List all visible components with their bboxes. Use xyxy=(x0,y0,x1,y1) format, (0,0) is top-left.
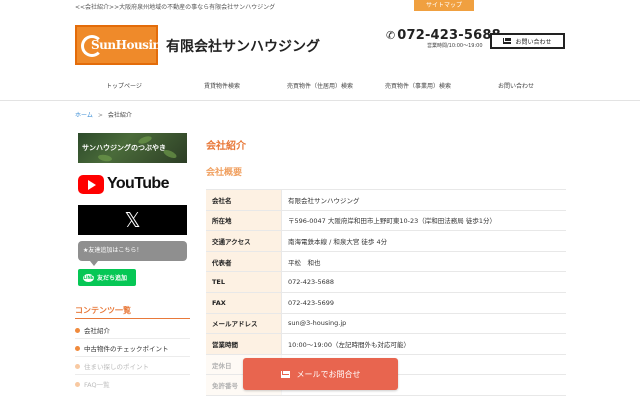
site-logo[interactable]: SunHousing xyxy=(75,25,169,65)
nav-item-contact[interactable]: お問い合わせ xyxy=(467,77,565,97)
table-key: 営業時間 xyxy=(206,334,282,354)
contents-heading: コンテンツ一覧 xyxy=(75,306,131,315)
nav-item-top[interactable]: トップページ xyxy=(75,77,173,97)
sitemap-button[interactable]: サイトマップ xyxy=(414,0,474,11)
table-row: 交通アクセス 南海電鉄本線 / 和泉大宮 徒歩 4分 xyxy=(206,231,566,252)
floating-mail-label: メールでお問合せ xyxy=(296,369,361,379)
tweet-banner[interactable]: サンハウジングのつぶやき xyxy=(78,133,187,163)
phone-number: 072-423-5688 xyxy=(397,28,501,43)
table-key: 会社名 xyxy=(206,190,282,210)
table-value: 南海電鉄本線 / 和泉大宮 徒歩 4分 xyxy=(288,237,388,246)
sidebar-link-label: 中古物件のチェックポイント xyxy=(84,345,169,353)
line-add-friend-button[interactable]: LINE 友だち追加 xyxy=(78,269,136,286)
table-value[interactable]: sun@3-housing.jp xyxy=(282,314,566,334)
bullet-icon xyxy=(75,381,80,387)
table-value: 10:00～19:00（左記時間外も対応可能） xyxy=(288,340,410,349)
breadcrumb-home[interactable]: ホーム xyxy=(75,112,93,119)
contents-divider xyxy=(75,318,190,319)
breadcrumb: ホーム > 会社紹介 xyxy=(75,110,132,119)
breadcrumb-current: 会社紹介 xyxy=(107,112,132,119)
breadcrumb-separator: > xyxy=(97,112,103,119)
mail-icon xyxy=(503,38,512,44)
table-row: FAX 072-423-5699 xyxy=(206,292,566,314)
youtube-wordmark: YouTube xyxy=(107,175,169,192)
line-button-label: 友だち追加 xyxy=(97,275,128,282)
sidebar-divider xyxy=(75,356,190,357)
tweet-banner-text: サンハウジングのつぶやき xyxy=(82,144,166,152)
table-value: 〒596-0047 大阪府岸和田市上野町東10-23（岸和田法務局 徒歩1分） xyxy=(288,217,496,226)
line-icon: LINE xyxy=(83,273,94,282)
friend-add-prompt: ★友達追加はこちら！ xyxy=(78,241,187,266)
table-value: 有限会社サンハウジング xyxy=(288,196,360,205)
page-title: 会社紹介 xyxy=(206,141,246,152)
phone-icon: ✆ xyxy=(386,29,396,42)
company-name: 有限会社サンハウジング xyxy=(166,39,320,55)
sidebar-link-faq[interactable]: FAQ一覧 xyxy=(75,379,110,389)
table-row: メールアドレス sun@3-housing.jp xyxy=(206,313,566,335)
table-key: メールアドレス xyxy=(206,313,282,334)
top-bar: <<会社紹介>>大阪府泉州地域の不動産の事なら有限会社サンハウジング サイトマッ… xyxy=(0,0,640,12)
bullet-icon xyxy=(75,363,80,369)
sidebar-divider xyxy=(75,374,190,375)
mail-icon xyxy=(280,370,290,378)
phone-block[interactable]: ✆ 072-423-5688 xyxy=(386,24,501,43)
table-key: 代表者 xyxy=(206,251,282,272)
table-value: 072-423-5688 xyxy=(288,278,335,287)
nav-item-rental-search[interactable]: 賃貸物件検索 xyxy=(173,77,271,97)
x-banner[interactable]: 𝕏 xyxy=(78,205,187,235)
floating-mail-contact-button[interactable]: メールでお問合せ xyxy=(243,358,398,390)
table-row: 会社名 有限会社サンハウジング xyxy=(206,190,566,211)
nav-divider xyxy=(0,100,640,101)
x-icon: 𝕏 xyxy=(124,208,141,232)
sidebar-link-checkpoints[interactable]: 中古物件のチェックポイント xyxy=(75,343,169,353)
contact-button-label: お問い合わせ xyxy=(515,38,552,46)
contact-button[interactable]: お問い合わせ xyxy=(490,33,565,49)
youtube-icon xyxy=(78,174,104,194)
table-value: 072-423-5699 xyxy=(288,298,335,307)
sidebar-link-company[interactable]: 会社紹介 xyxy=(75,325,110,335)
table-key: 交通アクセス xyxy=(206,231,282,251)
sidebar-link-label: 会社紹介 xyxy=(84,327,110,335)
table-key: FAX xyxy=(206,292,282,313)
bullet-icon xyxy=(75,345,80,351)
business-hours: 営業時間/10:00～19:00 xyxy=(427,43,483,49)
section-title: 会社概要 xyxy=(206,168,243,178)
table-row: 所在地 〒596-0047 大阪府岸和田市上野町東10-23（岸和田法務局 徒歩… xyxy=(206,210,566,232)
table-row: TEL 072-423-5688 xyxy=(206,272,566,293)
table-row: 代表者 平松 和也 xyxy=(206,251,566,273)
site-tagline: <<会社紹介>>大阪府泉州地域の不動産の事なら有限会社サンハウジング xyxy=(75,4,276,11)
sidebar-link-label: FAQ一覧 xyxy=(84,381,110,389)
sidebar-link-housing-tips[interactable]: 住まい探しのポイント xyxy=(75,361,149,371)
youtube-banner[interactable]: YouTube xyxy=(78,171,187,197)
table-key: 所在地 xyxy=(206,210,282,231)
nav-item-residential-sale-search[interactable]: 売買物件（住居用）検索 xyxy=(271,77,369,97)
sidebar-divider xyxy=(75,338,190,339)
table-value: 平松 和也 xyxy=(288,258,321,267)
table-key: TEL xyxy=(206,272,282,292)
global-nav: トップページ 賃貸物件検索 売買物件（住居用）検索 売買物件（事業用）検索 お問… xyxy=(75,77,565,97)
table-row: 営業時間 10:00～19:00（左記時間外も対応可能） xyxy=(206,334,566,355)
sidebar-link-label: 住まい探しのポイント xyxy=(84,363,149,371)
leaf-decoration xyxy=(97,153,113,163)
bullet-icon xyxy=(75,327,80,333)
nav-item-commercial-sale-search[interactable]: 売買物件（事業用）検索 xyxy=(369,77,467,97)
logo-text: SunHousing xyxy=(91,38,169,52)
